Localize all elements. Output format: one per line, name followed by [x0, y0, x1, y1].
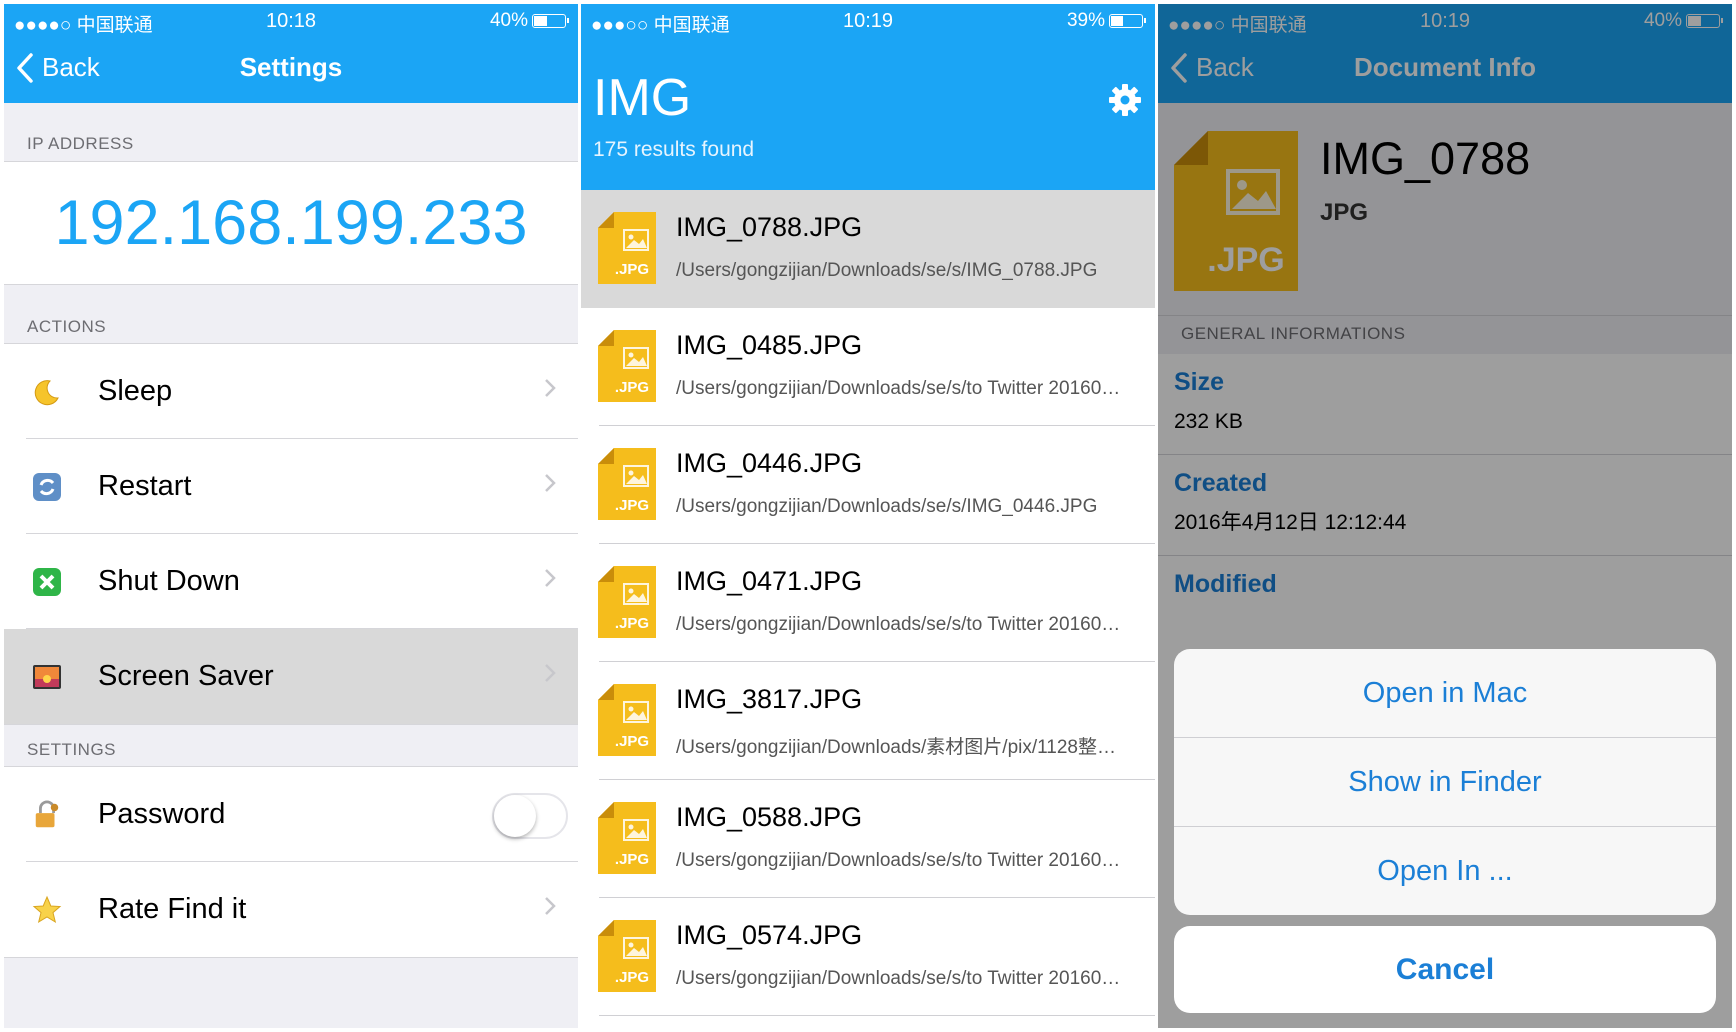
file-row[interactable]: .JPG IMG_0485.JPG/Users/gongzijian/Downlo…	[581, 308, 1155, 426]
settings-label: Password	[98, 798, 226, 830]
star-icon	[32, 895, 62, 925]
show-in-finder-button[interactable]: Show in Finder	[1174, 738, 1716, 827]
file-row[interactable]: .JPG IMG_3817.JPG/Users/gongzijian/Downlo…	[581, 662, 1155, 780]
file-name: IMG_0588.JPG	[676, 802, 863, 832]
section-header-settings: SETTINGS	[27, 740, 117, 759]
moon-icon	[32, 377, 62, 407]
cancel-button[interactable]: Cancel	[1174, 926, 1716, 1013]
status-bar: ●●●●○ 中国联通 10:18 40%	[4, 4, 578, 36]
document-info-screen: ●●●●○ 中国联通 10:19 40% Back Document Info …	[1158, 4, 1732, 1028]
battery-percent: 39%	[1066, 10, 1105, 31]
file-row[interactable]: .JPG IMG_0471.JPG/Users/gongzijian/Downlo…	[581, 544, 1155, 662]
password-toggle[interactable]	[492, 793, 568, 839]
file-row[interactable]: .JPG IMG_0788.JPG/Users/gongzijian/Downlo…	[581, 190, 1155, 308]
file-name: IMG_3817.JPG	[676, 684, 863, 714]
search-title: IMG	[593, 69, 692, 127]
battery-icon	[1109, 14, 1146, 28]
file-path: /Users/gongzijian/Downloads/se/s/to Twit…	[676, 850, 1121, 871]
page-title: Settings	[239, 52, 343, 82]
action-label: Screen Saver	[98, 660, 274, 692]
results-header: ●●●○○ 中国联通 10:19 39% IMG 175 results fou…	[581, 4, 1155, 190]
file-path: /Users/gongzijian/Downloads/se/s/IMG_044…	[676, 496, 1098, 517]
svg-text:.JPG: .JPG	[615, 733, 649, 750]
battery-status: 40%	[489, 10, 569, 32]
settings-group: Password Rate Find it	[4, 766, 578, 958]
restart-icon	[32, 472, 62, 502]
screen-saver-icon	[32, 662, 62, 692]
action-sheet: Open in Mac Show in Finder Open In ...	[1174, 649, 1716, 915]
chevron-right-icon	[545, 664, 556, 682]
section-header-actions: ACTIONS	[27, 317, 107, 336]
section-header-ip: IP ADDRESS	[27, 134, 134, 153]
settings-row-rate[interactable]: Rate Find it	[4, 862, 578, 957]
file-name: IMG_0446.JPG	[676, 448, 863, 478]
settings-label: Rate Find it	[98, 893, 247, 925]
file-path: /Users/gongzijian/Downloads/se/s/to Twit…	[676, 968, 1121, 989]
file-path: /Users/gongzijian/Downloads/se/s/IMG_078…	[676, 260, 1098, 281]
file-name: IMG_0471.JPG	[676, 566, 863, 596]
settings-row-password: Password	[4, 767, 578, 862]
action-label: Restart	[98, 470, 192, 502]
ip-group: 192.168.199.233	[4, 161, 578, 285]
file-name: IMG_0574.JPG	[676, 920, 863, 950]
battery-status: 39%	[1066, 10, 1146, 32]
action-label: Shut Down	[98, 565, 240, 597]
jpg-file-icon: .JPG	[598, 330, 656, 402]
actions-group: Sleep Restart Shut Down Screen Saver	[4, 343, 578, 725]
open-in-mac-button[interactable]: Open in Mac	[1174, 649, 1716, 738]
lock-icon	[32, 799, 62, 830]
file-row[interactable]: .JPG IMG_0588.JPG/Users/gongzijian/Downlo…	[581, 780, 1155, 898]
nav-bar: ●●●●○ 中国联通 10:18 40% Back Settings	[4, 4, 578, 103]
chevron-right-icon	[545, 897, 556, 915]
jpg-file-icon: .JPG	[598, 448, 656, 520]
svg-text:.JPG: .JPG	[615, 615, 649, 632]
results-screen: ●●●○○ 中国联通 10:19 39% IMG 175 results fou…	[581, 4, 1155, 1028]
svg-text:.JPG: .JPG	[615, 969, 649, 986]
jpg-file-icon: .JPG	[598, 684, 656, 756]
svg-text:.JPG: .JPG	[615, 497, 649, 514]
jpg-file-icon: .JPG	[598, 566, 656, 638]
results-count: 175 results found	[593, 138, 755, 161]
file-path: /Users/gongzijian/Downloads/se/s/to Twit…	[676, 378, 1121, 399]
action-row-sleep[interactable]: Sleep	[4, 344, 578, 439]
svg-text:.JPG: .JPG	[615, 379, 649, 396]
battery-percent: 40%	[489, 10, 528, 31]
chevron-right-icon	[545, 379, 556, 397]
file-name: IMG_0485.JPG	[676, 330, 863, 360]
action-row-screen-saver[interactable]: Screen Saver	[4, 629, 578, 724]
action-row-shut-down[interactable]: Shut Down	[4, 534, 578, 629]
action-row-restart[interactable]: Restart	[4, 439, 578, 534]
file-path: /Users/gongzijian/Downloads/se/s/to Twit…	[676, 614, 1121, 635]
shutdown-icon	[32, 567, 62, 597]
status-bar: ●●●○○ 中国联通 10:19 39%	[581, 4, 1155, 36]
file-row[interactable]: .JPG IMG_0446.JPG/Users/gongzijian/Downlo…	[581, 426, 1155, 544]
gear-icon[interactable]	[1107, 82, 1143, 118]
file-row[interactable]: .JPG IMG_0574.JPG/Users/gongzijian/Downlo…	[581, 898, 1155, 1016]
chevron-right-icon	[545, 474, 556, 492]
jpg-file-icon: .JPG	[598, 212, 656, 284]
jpg-file-icon: .JPG	[598, 802, 656, 874]
svg-text:.JPG: .JPG	[615, 261, 649, 278]
jpg-file-icon: .JPG	[598, 920, 656, 992]
file-path: /Users/gongzijian/Downloads/素材图片/pix/112…	[676, 737, 1116, 758]
file-name: IMG_0788.JPG	[676, 212, 863, 242]
open-in-button[interactable]: Open In ...	[1174, 827, 1716, 915]
battery-icon	[532, 14, 569, 28]
action-label: Sleep	[98, 375, 173, 407]
svg-text:.JPG: .JPG	[615, 851, 649, 868]
chevron-right-icon	[545, 569, 556, 587]
settings-screen: ●●●●○ 中国联通 10:18 40% Back Settings IP AD…	[4, 4, 578, 1028]
ip-address: 192.168.199.233	[54, 188, 528, 258]
